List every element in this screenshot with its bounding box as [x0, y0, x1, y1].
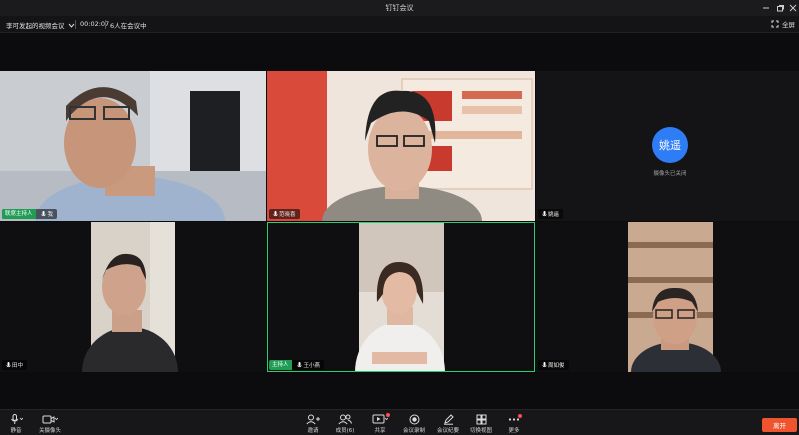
- layout-label: 切换视图: [469, 428, 492, 434]
- microphone-icon: [11, 413, 23, 424]
- switch-layout-button[interactable]: 切换视图: [463, 413, 499, 435]
- participant-name: 我: [47, 212, 54, 218]
- minimize-icon: [763, 7, 769, 9]
- members-button[interactable]: 成员(6): [327, 413, 363, 435]
- pen-icon: [443, 413, 454, 425]
- participant-name: 王小燕: [303, 363, 321, 369]
- participant-nameplate: 周如俊: [538, 360, 569, 370]
- record-label: 会议录制: [402, 428, 425, 434]
- close-icon: [789, 4, 797, 12]
- camera-icon: [42, 415, 58, 423]
- grid-icon: [476, 414, 486, 424]
- minimize-button[interactable]: [760, 2, 772, 14]
- maximize-button[interactable]: [774, 2, 786, 14]
- fullscreen-icon: [771, 20, 779, 28]
- record-button[interactable]: 会议录制: [396, 413, 432, 435]
- role-badge: 主持人: [269, 360, 292, 370]
- mic-icon: [4, 360, 12, 370]
- participant-name: 田中: [12, 363, 24, 369]
- notification-dot: [386, 413, 390, 417]
- participant-video: [267, 71, 535, 221]
- meeting-name-dropdown[interactable]: 李可发起的视频会议: [6, 20, 75, 30]
- participant-nameplate: 主持人 王小燕: [269, 360, 325, 370]
- more-label: 更多: [508, 428, 520, 434]
- restore-icon: [777, 5, 784, 12]
- invite-button[interactable]: 邀请: [295, 413, 331, 435]
- meeting-info-bar: 李可发起的视频会议 00:02:07 6人在会议中 全屏: [0, 16, 799, 33]
- participant-nameplate: 田中: [2, 360, 28, 370]
- minutes-label: 会议纪要: [436, 428, 459, 434]
- participant-nameplate: 范晓喜: [269, 209, 300, 219]
- video-tile-self[interactable]: 联席主持人 我: [0, 71, 266, 221]
- members-label: 成员(6): [335, 428, 355, 434]
- notification-dot: [518, 414, 522, 418]
- participant-video: [0, 71, 266, 221]
- video-tile-participant[interactable]: 田中: [0, 222, 266, 372]
- invite-label: 邀请: [307, 428, 319, 434]
- mic-icon: [540, 209, 548, 219]
- share-label: 共享: [374, 428, 386, 434]
- camera-off-text: 摄像头已关闭: [653, 171, 687, 177]
- add-user-icon: [306, 414, 320, 424]
- mic-icon: [296, 360, 304, 370]
- meeting-name: 李可发起的视频会议: [6, 22, 65, 30]
- close-button[interactable]: [787, 2, 799, 14]
- video-tile-participant[interactable]: 周如俊: [536, 222, 799, 372]
- participant-count: 6人在会议中: [110, 22, 147, 30]
- mute-button[interactable]: 静音: [0, 413, 34, 435]
- participant-name: 姚遥: [548, 212, 560, 218]
- fullscreen-label: 全屏: [782, 21, 795, 29]
- participant-name: 范晓喜: [279, 212, 296, 218]
- minutes-button[interactable]: 会议纪要: [430, 413, 466, 435]
- mic-icon: [271, 209, 279, 219]
- leave-button[interactable]: 离开: [762, 418, 797, 432]
- divider: [105, 20, 106, 29]
- mic-icon: [40, 209, 48, 219]
- participant-video: [536, 222, 799, 372]
- title-bar: 钉钉会议: [0, 0, 799, 16]
- mute-label: 静音: [10, 428, 22, 434]
- more-button[interactable]: 更多: [496, 413, 532, 435]
- participant-video: [0, 222, 266, 372]
- fullscreen-button[interactable]: 全屏: [771, 19, 795, 29]
- avatar: 姚遥: [652, 127, 688, 163]
- role-badge: 联席主持人: [2, 209, 36, 219]
- participant-nameplate: 联席主持人 我: [2, 209, 58, 219]
- members-icon: [338, 414, 352, 424]
- mic-icon: [540, 360, 548, 370]
- participant-video: [267, 222, 535, 372]
- record-icon: [409, 414, 419, 424]
- divider: [75, 20, 76, 29]
- camera-toggle-button[interactable]: 关摄像头: [32, 413, 68, 435]
- meeting-toolbar: 静音 关摄像头 邀请 成员(6) 共享 会议录制 会议纪要 切换视图 更多 离开: [0, 409, 799, 435]
- chevron-down-icon: [68, 23, 74, 28]
- share-button[interactable]: 共享: [362, 413, 398, 435]
- video-tile-host[interactable]: 主持人 王小燕: [267, 222, 535, 372]
- video-tile-participant[interactable]: 范晓喜: [267, 71, 535, 221]
- participant-name: 周如俊: [548, 363, 565, 369]
- window-title: 钉钉会议: [385, 4, 414, 12]
- camera-label: 关摄像头: [38, 428, 61, 434]
- participant-nameplate: 姚遥: [538, 209, 564, 219]
